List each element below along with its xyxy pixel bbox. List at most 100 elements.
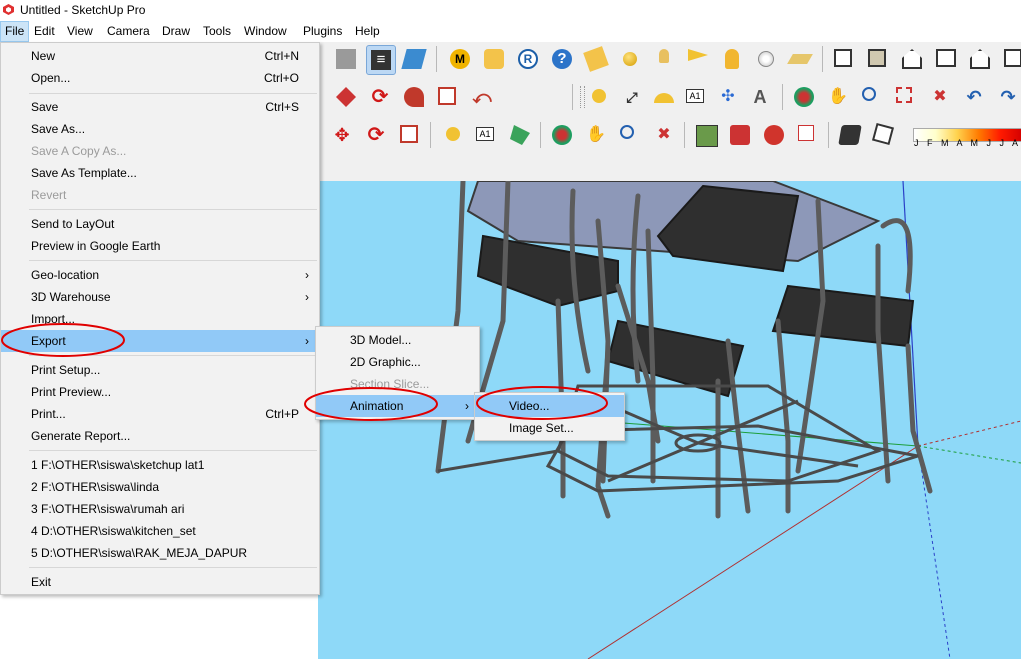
menu-generate-report[interactable]: Generate Report... [1,425,319,447]
menu-print[interactable]: Print... Ctrl+P [1,403,319,425]
display-shadows-icon[interactable] [870,121,898,149]
tape-measure-icon[interactable] [586,83,614,111]
share-model-icon[interactable] [794,121,822,149]
menu-edit[interactable]: Edit [30,21,59,42]
menu-recent-file[interactable]: 5 D:\OTHER\siswa\RAK_MEJA_DAPUR [1,542,319,564]
axes-icon[interactable]: ✣ [714,83,742,111]
follow-me-icon[interactable] [400,83,428,111]
protractor-icon[interactable] [650,83,678,111]
menu-save-as-template[interactable]: Save As Template... [1,162,319,184]
zoom-window-icon[interactable] [892,83,920,111]
zoom-extents-icon[interactable]: ✖ [926,83,954,111]
menu-export-2d-graphic[interactable]: 2D Graphic... [316,351,479,373]
3d-text-icon[interactable]: A [746,83,774,111]
hand-yellow-icon[interactable] [718,45,746,73]
shaded-style-icon[interactable] [400,45,428,73]
medal-m-icon[interactable]: M [446,45,474,73]
menu-revert: Revert [31,188,67,202]
offset-icon[interactable]: ⤺ [468,83,496,111]
menu-separator [29,260,317,261]
menu-recent-file[interactable]: 2 F:\OTHER\siswa\linda [1,476,319,498]
orbit-icon[interactable] [790,83,818,111]
shortcut-print: Ctrl+P [265,407,299,421]
toolbar-row-1: ≡ M R ? [318,42,1021,76]
menu-view[interactable]: View [63,21,97,42]
menu-3d-warehouse[interactable]: 3D Warehouse › [1,286,319,308]
toolbar-separator [822,46,823,72]
pushpull-icon[interactable] [332,83,360,111]
top-view-icon[interactable] [864,45,892,73]
iso-view-icon[interactable] [830,45,858,73]
person-pin-icon[interactable] [650,45,678,73]
menu-file[interactable]: File [0,21,30,42]
menu-send-to-layout[interactable]: Send to LayOut [1,213,319,235]
menu-open[interactable]: Open... Ctrl+O [1,67,319,89]
scale-icon[interactable] [434,83,462,111]
tag-icon[interactable] [480,45,508,73]
r-circle-icon[interactable]: R [514,45,542,73]
components-icon[interactable] [760,121,788,149]
model-viewport[interactable] [318,181,1021,659]
model-book-icon[interactable] [726,121,754,149]
tape-measure-tool-icon[interactable] [440,121,468,149]
license-tag-icon[interactable] [582,45,610,73]
menu-preview-google-earth[interactable]: Preview in Google Earth [1,235,319,257]
menu-separator [29,209,317,210]
menu-help[interactable]: Help [351,21,384,42]
dimension-icon[interactable]: ⤢ [618,83,646,111]
rotate-tool-icon[interactable]: ⟳ [362,121,390,149]
paint-bucket-icon[interactable] [506,121,534,149]
sphere-icon[interactable] [616,45,644,73]
flag-icon[interactable] [684,45,712,73]
pan-hand-icon[interactable]: ✋ [824,83,852,111]
move-icon[interactable]: ✥ [328,121,356,149]
menu-print-preview[interactable]: Print Preview... [1,381,319,403]
menu-animation-video[interactable]: Video... [475,395,624,417]
previous-view-icon[interactable]: ↶ [960,83,988,111]
menu-plugins[interactable]: Plugins [299,21,346,42]
globe-icon[interactable] [752,45,780,73]
menu-recent-file[interactable]: 1 F:\OTHER\siswa\sketchup lat1 [1,454,319,476]
rotate-icon[interactable]: ⟳ [366,83,394,111]
text-label-icon[interactable]: A1 [682,83,710,111]
menu-recent-file[interactable]: 3 F:\OTHER\siswa\rumah ari [1,498,319,520]
menu-export-animation[interactable]: Animation › [316,395,479,417]
menu-export[interactable]: Export › [1,330,319,352]
menu-camera[interactable]: Camera [103,21,154,42]
menu-save[interactable]: Save Ctrl+S [1,96,319,118]
menu-recent-file[interactable]: 4 D:\OTHER\siswa\kitchen_set [1,520,319,542]
orbit-tool-icon[interactable] [548,121,576,149]
menu-import[interactable]: Import... [1,308,319,330]
zoom-icon[interactable] [858,83,886,111]
zoom-tool-icon[interactable] [616,121,644,149]
toolbar-separator [684,122,685,148]
next-view-icon[interactable]: ↷ [994,83,1021,111]
house-front-icon[interactable] [898,45,926,73]
menu-draw[interactable]: Draw [158,21,194,42]
menu-new[interactable]: New Ctrl+N [1,45,319,67]
toolbar-separator [828,122,829,148]
menu-tools[interactable]: Tools [199,21,235,42]
menu-animation-image-set[interactable]: Image Set... [475,417,624,439]
help-icon[interactable]: ? [548,45,576,73]
title-bar: Untitled - SketchUp Pro [0,0,1021,21]
hidden-line-style-icon[interactable]: ≡ [366,45,396,75]
menu-print-setup[interactable]: Print Setup... [1,359,319,381]
front-view-icon[interactable] [332,45,360,73]
zoom-extents-tool-icon[interactable]: ✖ [650,121,678,149]
shadow-info-icon[interactable] [836,121,864,149]
menu-geo-location[interactable]: Geo-location › [1,264,319,286]
menu-exit[interactable]: Exit [1,571,319,593]
section-plane-icon[interactable] [786,45,814,73]
toolbar-grip[interactable] [580,86,585,108]
pan-tool-icon[interactable]: ✋ [582,121,610,149]
menu-export-3d-model[interactable]: 3D Model... [316,329,479,351]
map-icon[interactable] [692,121,720,149]
text-tool-icon[interactable]: A1 [472,121,500,149]
house-right-icon[interactable] [932,45,960,73]
menu-window[interactable]: Window [240,21,291,42]
house-left-icon[interactable] [1000,45,1021,73]
scale-tool-icon[interactable] [396,121,424,149]
menu-save-as[interactable]: Save As... [1,118,319,140]
house-back-icon[interactable] [966,45,994,73]
